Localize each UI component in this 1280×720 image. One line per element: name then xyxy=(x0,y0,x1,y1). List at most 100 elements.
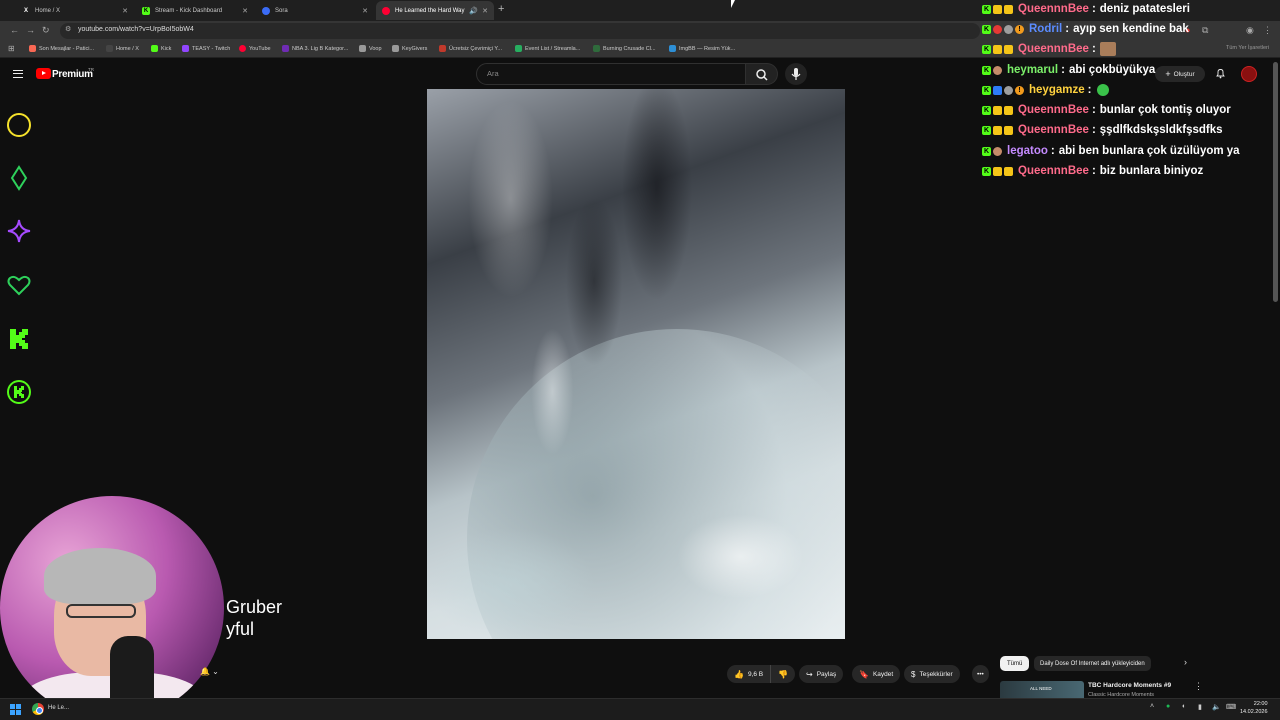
account-avatar[interactable] xyxy=(1241,66,1257,82)
bookmark-item[interactable]: Ücretsiz Çevrimiçi Y... xyxy=(439,45,502,52)
apps-grid-icon[interactable]: ⊞ xyxy=(8,44,15,53)
video-frame-spray xyxy=(427,89,845,639)
back-arrow-icon[interactable]: ← xyxy=(10,25,19,35)
chevron-right-icon[interactable]: › xyxy=(1184,657,1187,667)
create-button[interactable]: + Oluştur xyxy=(1155,66,1205,82)
bookmark-item[interactable]: Home / X xyxy=(106,45,139,52)
bookmark-item[interactable]: Son Mesajlar - Patici... xyxy=(29,45,94,52)
kick-round-logo-icon xyxy=(7,380,31,404)
notifications-bell-icon[interactable] xyxy=(1215,68,1226,79)
kick-badge-icon: K xyxy=(982,85,991,95)
chrome-taskbar-icon[interactable] xyxy=(32,703,44,715)
bookmark-item[interactable]: YouTube xyxy=(239,45,271,52)
info-badge-icon: ! xyxy=(1015,24,1024,34)
menu-kebab-icon[interactable]: ⋮ xyxy=(1263,25,1272,36)
screen: X Home / X ✕ K Stream - Kick Dashboard ✕… xyxy=(0,0,1280,720)
all-bookmarks-link[interactable]: Tüm Yer İşaretleri xyxy=(1226,45,1269,51)
tab-home-x[interactable]: X Home / X ✕ xyxy=(16,1,134,20)
dislike-button[interactable]: 👎 xyxy=(770,665,796,683)
like-button[interactable]: 👍 9,6 B xyxy=(727,665,771,683)
volume-icon[interactable]: 🔈 xyxy=(1212,703,1221,711)
chip-from-uploader[interactable]: Daily Dose Of Internet adlı yükleyiciden xyxy=(1034,656,1151,671)
audio-icon[interactable]: 🔊 xyxy=(469,7,478,15)
chat-text: şşdlfkdskşsldkfşsdfks xyxy=(1099,124,1223,136)
discord-tray-icon[interactable]: ◐ xyxy=(1182,703,1186,710)
bookmark-icon: 🔖 xyxy=(859,669,869,679)
heart-icon xyxy=(7,275,31,296)
close-icon[interactable]: ✕ xyxy=(242,7,248,15)
chat-message: K QueennnBee: şşdlfkdskşsldkfşsdfks xyxy=(982,124,1223,136)
video-player[interactable] xyxy=(427,89,845,639)
youtube-brand[interactable]: Premium xyxy=(52,69,93,80)
chat-message: K! Rodril: ayıp sen kendine bak xyxy=(982,23,1189,35)
save-group: 🔖 Kaydet xyxy=(852,665,901,683)
circle-button-icon xyxy=(7,113,31,137)
save-button[interactable]: 🔖 Kaydet xyxy=(852,665,901,683)
page-scrollbar[interactable] xyxy=(1273,62,1278,302)
windows-start-icon[interactable] xyxy=(10,704,21,715)
search-placeholder: Ara xyxy=(487,69,499,78)
share-button[interactable]: ↪ Paylaş xyxy=(799,665,844,683)
new-tab-plus-icon[interactable]: + xyxy=(498,3,504,15)
bookmark-item[interactable]: ImgBB — Resim Yük... xyxy=(669,45,735,52)
more-actions-button[interactable]: ••• xyxy=(972,665,989,683)
search-button[interactable] xyxy=(746,63,778,85)
forward-arrow-icon[interactable]: → xyxy=(26,25,35,35)
subscriber-badge-icon xyxy=(993,44,1002,54)
chip-all[interactable]: Tümü xyxy=(1000,656,1030,671)
subscription-bell-dropdown[interactable]: 🔔 ⌄ xyxy=(200,667,219,676)
search-input[interactable] xyxy=(476,63,746,85)
bookmark-item[interactable]: NBA 3. Lig B Kategor... xyxy=(282,45,348,52)
network-icon[interactable]: ▮ xyxy=(1198,703,1202,711)
tab-youtube-video[interactable]: He Learned the Hard Way 🔊 ✕ xyxy=(376,1,494,20)
crown-badge-icon xyxy=(1004,166,1013,176)
more-group: ••• xyxy=(972,665,989,683)
chat-message: K heymarul: abi çokbüyükya xyxy=(982,64,1156,76)
chat-username: heygamze xyxy=(1029,84,1085,96)
crown-badge-icon xyxy=(1004,4,1013,14)
more-vertical-icon[interactable]: ⋮ xyxy=(1194,681,1203,692)
close-icon[interactable]: ✕ xyxy=(482,7,488,15)
bookmark-item[interactable]: Burning Crusade Cl... xyxy=(593,45,656,52)
close-icon[interactable]: ✕ xyxy=(362,7,368,15)
hamburger-menu-icon[interactable] xyxy=(13,70,23,78)
close-icon[interactable]: ✕ xyxy=(122,7,128,15)
bookmark-item[interactable]: Kick xyxy=(151,45,171,52)
address-bar[interactable] xyxy=(60,23,980,39)
chat-text: ayıp sen kendine bak xyxy=(1073,23,1189,35)
language-icon[interactable]: ⌨ xyxy=(1226,703,1236,711)
bookmark-item[interactable]: Event List / Streamla... xyxy=(515,45,580,52)
recommendation-title[interactable]: TBC Hardcore Moments #9 xyxy=(1088,682,1171,689)
kick-badge-icon: K xyxy=(982,146,991,156)
system-clock[interactable]: 22:00 14.02.2026 xyxy=(1240,700,1268,716)
voice-search-button[interactable] xyxy=(785,63,807,85)
taskbar-app-label[interactable]: He Le... xyxy=(48,705,69,711)
chat-username: QueennnBee xyxy=(1018,3,1089,15)
youtube-logo-icon[interactable] xyxy=(36,68,51,79)
bookmark-item[interactable]: TEASY - Twitch xyxy=(182,45,230,52)
chat-username: QueennnBee xyxy=(1018,104,1089,116)
chat-text: abi ben bunlara çok üzülüyom ya xyxy=(1058,145,1240,157)
subscriber-badge-icon xyxy=(993,125,1002,135)
verified-badge-icon xyxy=(993,85,1002,95)
bookmark-item[interactable]: Voop xyxy=(359,45,382,52)
thanks-button[interactable]: $ Teşekkürler xyxy=(904,665,960,683)
microphone-icon xyxy=(791,68,801,80)
bookmark-item[interactable]: KeyGivers xyxy=(392,45,427,52)
tab-sora[interactable]: Sora ✕ xyxy=(256,1,374,20)
tab-label: Home / X xyxy=(35,7,61,14)
bookmark-icon xyxy=(593,45,600,52)
tab-kick-dashboard[interactable]: K Stream - Kick Dashboard ✕ xyxy=(136,1,254,20)
more-horizontal-icon: ••• xyxy=(977,670,984,678)
share-arrow-icon: ↪ xyxy=(806,669,813,679)
spotify-tray-icon[interactable]: ● xyxy=(1166,703,1170,710)
chat-text: abi çokbüyükya xyxy=(1068,64,1156,76)
subscriber-badge-icon xyxy=(1004,24,1013,34)
site-info-icon[interactable]: ⚙ xyxy=(65,25,71,33)
channel-name-overlay: Gruber yful xyxy=(226,597,283,639)
profile-icon[interactable]: ◉ xyxy=(1246,25,1254,36)
tray-chevron-icon[interactable]: ˄ xyxy=(1150,703,1154,710)
reload-icon[interactable]: ↻ xyxy=(42,25,50,36)
extensions-icon[interactable]: ⧉ xyxy=(1202,25,1208,36)
windows-taskbar xyxy=(0,698,1280,720)
